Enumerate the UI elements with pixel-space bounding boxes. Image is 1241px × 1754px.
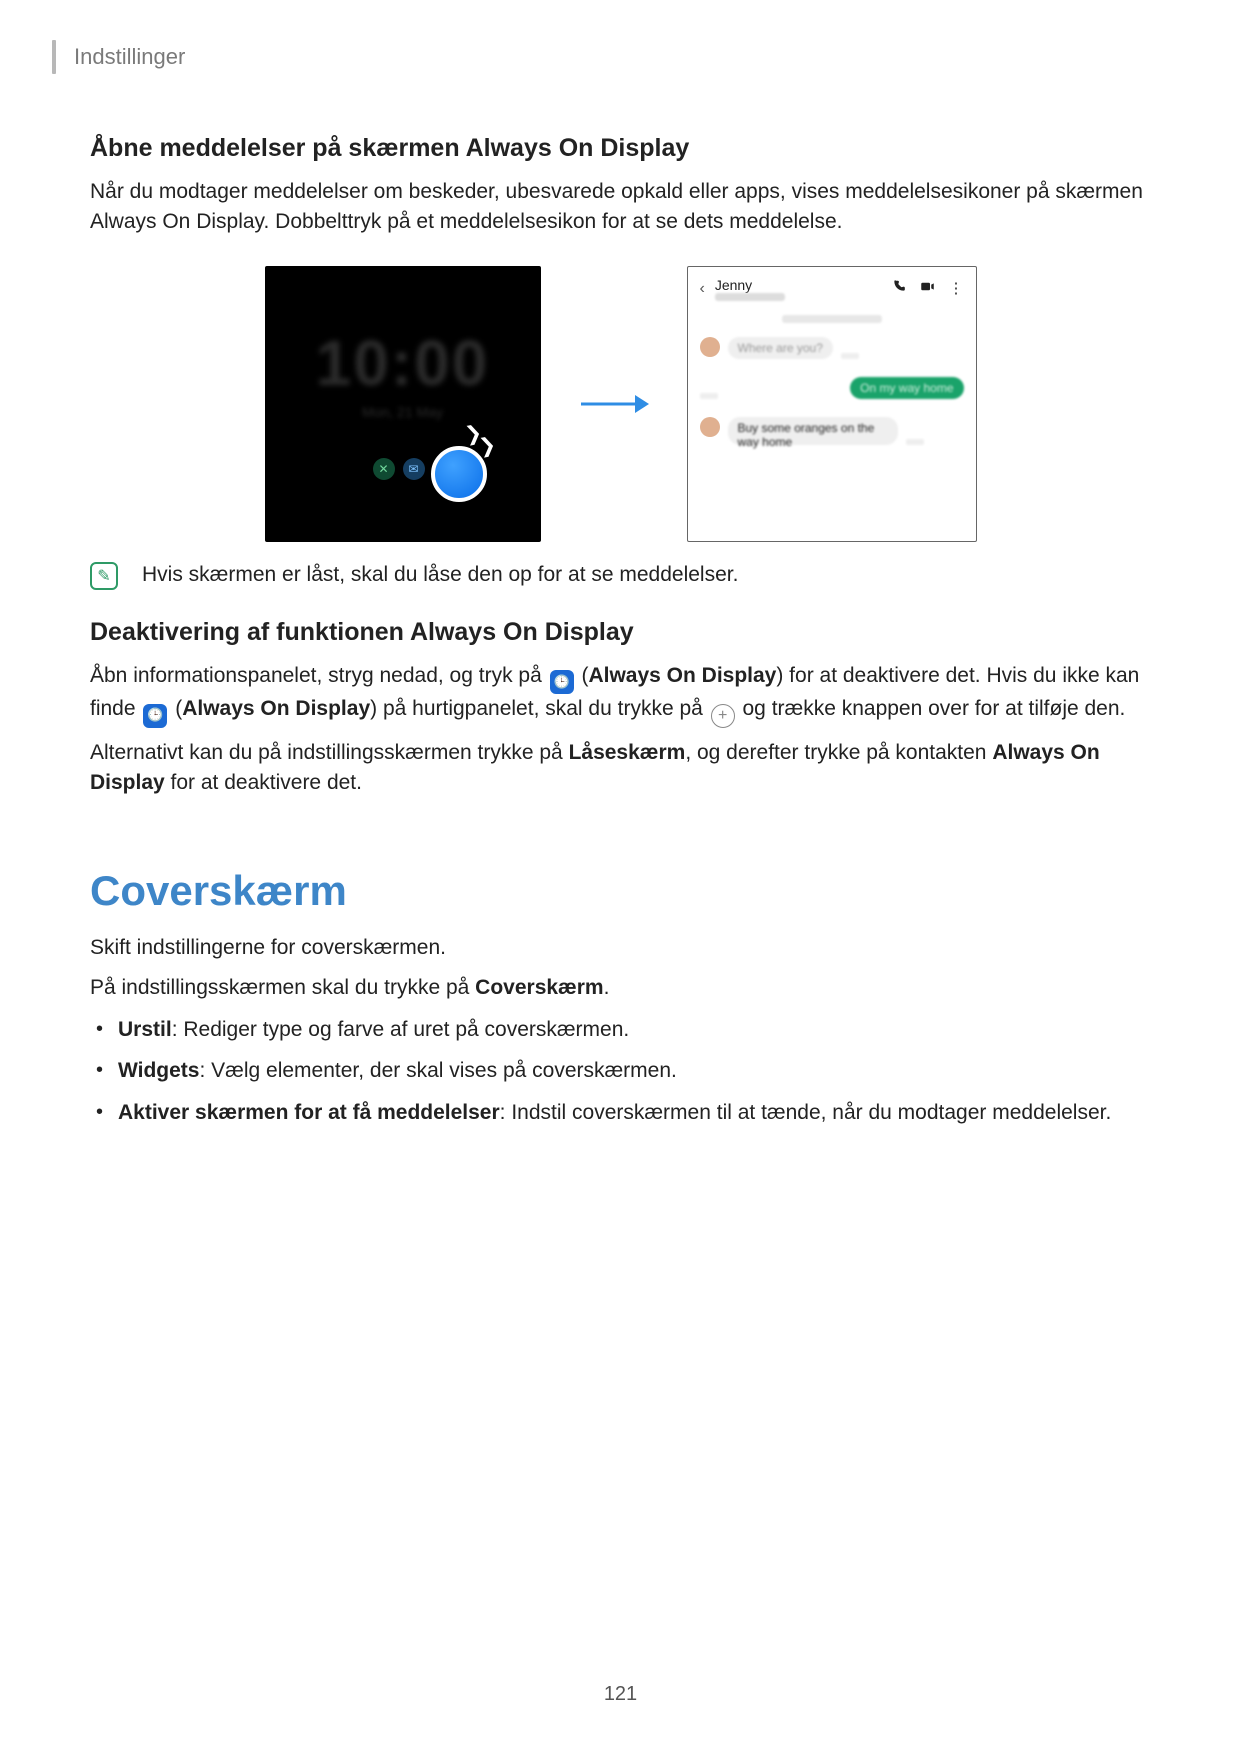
section-title-cover: Coverskærm <box>90 867 1151 915</box>
bold-text: Always On Display <box>182 697 370 720</box>
message-icon: ✉ <box>403 458 425 480</box>
list-item: Aktiver skærmen for at få meddelelser: I… <box>118 1097 1151 1129</box>
text: Åbn informationspanelet, stryg nedad, og… <box>90 664 548 687</box>
chat-screenshot: ‹ Jenny ⋮ Where are you? <box>687 266 977 542</box>
msg-time-blur <box>906 439 924 445</box>
aod-toggle-icon: 🕒 <box>143 704 167 728</box>
bold-text: Låseskærm <box>569 741 686 764</box>
active-notification-icon <box>431 446 487 502</box>
paragraph: Når du modtager meddelelser om beskeder,… <box>90 177 1151 238</box>
chat-contact-sub <box>715 293 785 301</box>
chapter-header: Indstillinger <box>52 40 1151 74</box>
text: ) på hurtigpanelet, skal du trykke på <box>370 697 709 720</box>
list-item: Urstil: Rediger type og farve af uret på… <box>118 1014 1151 1046</box>
avatar-icon <box>700 337 720 357</box>
msg-time-blur <box>700 393 718 399</box>
missed-call-icon: ✕ <box>373 458 395 480</box>
chat-date-blur <box>782 315 882 323</box>
aod-toggle-icon: 🕒 <box>550 670 574 694</box>
msg-time-blur <box>841 353 859 359</box>
figure-row: 10:00 Mon, 21 May ✕ ✉ ❯ ❯ ‹ Jenny <box>90 266 1151 542</box>
page-number: 121 <box>0 1683 1241 1706</box>
avatar-icon <box>700 417 720 437</box>
subheading-deactivate-aod: Deaktivering af funktionen Always On Dis… <box>90 618 1151 647</box>
outgoing-bubble: On my way home <box>850 377 963 399</box>
paragraph: Alternativt kan du på indstillingsskærme… <box>90 738 1151 799</box>
chapter-name: Indstillinger <box>74 44 185 70</box>
bullet-list: Urstil: Rediger type og farve af uret på… <box>90 1014 1151 1129</box>
note-text: Hvis skærmen er låst, skal du låse den o… <box>142 560 738 589</box>
text: , og derefter trykke på kontakten <box>685 741 992 764</box>
tap-indicator-icon: ❯ <box>476 432 497 460</box>
text: : Vælg elementer, der skal vises på cove… <box>199 1059 676 1082</box>
bold-text: Urstil <box>118 1018 172 1041</box>
chat-contact-name: Jenny <box>715 277 785 293</box>
aod-screenshot: 10:00 Mon, 21 May ✕ ✉ ❯ ❯ <box>265 266 541 542</box>
bold-text: Widgets <box>118 1059 199 1082</box>
incoming-bubble: Buy some oranges on the way home <box>728 417 898 445</box>
subheading-open-notifications: Åbne meddelelser på skærmen Always On Di… <box>90 134 1151 163</box>
text: : Indstil coverskærmen til at tænde, når… <box>500 1101 1112 1124</box>
incoming-bubble: Where are you? <box>728 337 833 359</box>
aod-date: Mon, 21 May <box>265 404 541 420</box>
video-icon <box>920 279 935 298</box>
bold-text: Coverskærm <box>475 976 603 999</box>
arrow-right-icon <box>579 391 649 417</box>
list-item: Widgets: Vælg elementer, der skal vises … <box>118 1055 1151 1087</box>
text: og trække knappen over for at tilføje de… <box>743 697 1126 720</box>
phone-icon <box>892 279 906 298</box>
paragraph: På indstillingsskærmen skal du trykke på… <box>90 973 1151 1003</box>
text: for at deaktivere det. <box>165 771 362 794</box>
more-icon: ⋮ <box>949 279 964 298</box>
text: : Rediger type og farve af uret på cover… <box>172 1018 630 1041</box>
plus-icon: + <box>711 704 735 728</box>
note-row: ✎ Hvis skærmen er låst, skal du låse den… <box>90 560 1151 590</box>
text: . <box>604 976 610 999</box>
text: På indstillingsskærmen skal du trykke på <box>90 976 475 999</box>
paragraph: Skift indstillingerne for coverskærmen. <box>90 933 1151 963</box>
text: Alternativt kan du på indstillingsskærme… <box>90 741 569 764</box>
back-icon: ‹ <box>700 280 705 298</box>
bold-text: Always On Display <box>588 664 776 687</box>
note-icon: ✎ <box>90 562 118 590</box>
bold-text: Aktiver skærmen for at få meddelelser <box>118 1101 500 1124</box>
aod-time: 10:00 <box>265 326 541 400</box>
paragraph: Åbn informationspanelet, stryg nedad, og… <box>90 661 1151 728</box>
chapter-rule <box>52 40 56 74</box>
